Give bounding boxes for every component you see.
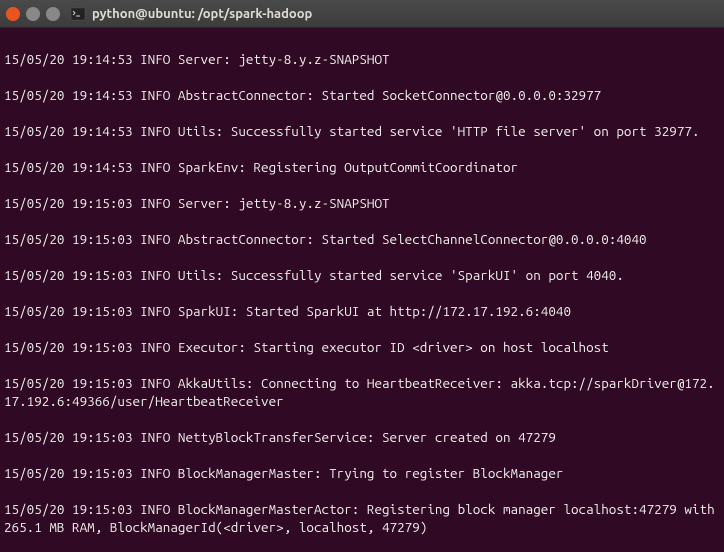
log-line: 15/05/20 19:14:53 INFO Server: jetty-8.y… (4, 50, 720, 68)
log-line: 15/05/20 19:15:03 INFO SparkUI: Started … (4, 302, 720, 320)
log-line: 15/05/20 19:15:03 INFO BlockManagerMaste… (4, 464, 720, 482)
log-line: 15/05/20 19:15:03 INFO AkkaUtils: Connec… (4, 374, 720, 410)
log-line: 15/05/20 19:14:53 INFO SparkEnv: Registe… (4, 158, 720, 176)
log-line: 15/05/20 19:15:03 INFO Executor: Startin… (4, 338, 720, 356)
log-line: 15/05/20 19:15:03 INFO AbstractConnector… (4, 230, 720, 248)
terminal-output[interactable]: 15/05/20 19:14:53 INFO Server: jetty-8.y… (0, 28, 724, 552)
log-line: 15/05/20 19:14:53 INFO Utils: Successful… (4, 122, 720, 140)
log-line: 15/05/20 19:15:03 INFO Utils: Successful… (4, 266, 720, 284)
log-line: 15/05/20 19:15:03 INFO BlockManagerMaste… (4, 500, 720, 536)
log-line: 15/05/20 19:15:03 INFO Server: jetty-8.y… (4, 194, 720, 212)
window-titlebar: python@ubuntu: /opt/spark-hadoop (0, 0, 724, 28)
window-title: python@ubuntu: /opt/spark-hadoop (92, 7, 312, 21)
close-button[interactable] (6, 7, 20, 21)
minimize-button[interactable] (26, 7, 40, 21)
terminal-icon (70, 6, 86, 22)
log-line: 15/05/20 19:15:03 INFO NettyBlockTransfe… (4, 428, 720, 446)
log-line: 15/05/20 19:14:53 INFO AbstractConnector… (4, 86, 720, 104)
maximize-button[interactable] (46, 7, 60, 21)
window-controls (6, 7, 60, 21)
